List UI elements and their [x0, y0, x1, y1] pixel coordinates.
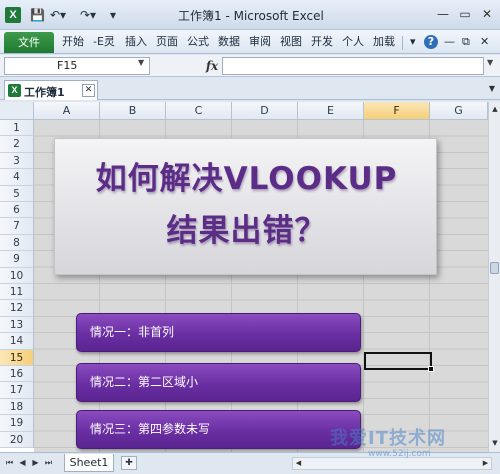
prev-sheet-icon[interactable]: ◀: [17, 457, 28, 469]
row-header-7[interactable]: 7: [0, 218, 34, 235]
column-header-g[interactable]: G: [430, 102, 488, 120]
tab-e-ling[interactable]: -E灵: [93, 34, 115, 50]
tab-personal[interactable]: 个人: [342, 34, 364, 50]
row-header-3[interactable]: 3: [0, 152, 34, 170]
row-header-4[interactable]: 4: [0, 169, 34, 186]
help-icon[interactable]: ?: [424, 35, 438, 49]
row-header-14[interactable]: 14: [0, 333, 34, 350]
last-sheet-icon[interactable]: ⏭: [43, 457, 54, 469]
close-workbook-icon[interactable]: ✕: [82, 84, 95, 97]
column-header-f[interactable]: F: [364, 102, 430, 120]
row-header-1[interactable]: 1: [0, 120, 34, 137]
ribbon-collapse-icon[interactable]: ▾: [410, 34, 416, 50]
title-line-1: 如何解决VLOOKUP: [95, 161, 398, 197]
scroll-down-icon[interactable]: ▼: [490, 437, 500, 449]
title-line-2: 结果出错？: [166, 213, 327, 249]
vertical-scrollbar[interactable]: ▲ ▼: [488, 102, 500, 452]
row-header-18[interactable]: 18: [0, 398, 34, 416]
close-button[interactable]: ✕: [476, 4, 498, 24]
row-header-12[interactable]: 12: [0, 300, 34, 317]
redo-icon[interactable]: ↷▾: [80, 7, 96, 23]
insert-function-icon[interactable]: fx: [203, 57, 221, 75]
fill-handle[interactable]: [428, 366, 434, 372]
row-header-20[interactable]: 20: [0, 431, 34, 448]
tab-add-ins[interactable]: 加载: [373, 34, 395, 50]
sheet-tab-sheet1[interactable]: Sheet1: [64, 454, 114, 472]
title-bar: X 💾 ↶▾ ↷▾ ▾ 工作簿1 - Microsoft Excel — ▭ ✕: [0, 0, 500, 30]
document-list-dropdown-icon[interactable]: ▼: [486, 82, 498, 96]
scroll-right-icon[interactable]: ▶: [480, 458, 491, 469]
excel-file-icon: X: [8, 84, 21, 97]
column-header-a[interactable]: A: [34, 102, 100, 120]
case-1-button[interactable]: 情况一：非首列: [76, 313, 361, 352]
next-sheet-icon[interactable]: ▶: [30, 457, 41, 469]
tab-page-layout[interactable]: 页面: [156, 34, 178, 50]
ribbon-separator: [402, 36, 403, 50]
workbook-tab[interactable]: X 工作簿1 ✕: [4, 80, 98, 100]
undo-icon[interactable]: ↶▾: [50, 7, 66, 23]
window-title: 工作簿1 - Microsoft Excel: [178, 9, 324, 23]
case-3-button[interactable]: 情况三：第四参数未写: [76, 410, 361, 449]
tab-review[interactable]: 审阅: [249, 34, 271, 50]
excel-app-icon[interactable]: X: [5, 7, 21, 23]
minimize-button[interactable]: —: [432, 4, 454, 24]
vertical-scroll-thumb[interactable]: [490, 262, 499, 274]
insert-sheet-icon[interactable]: ✚: [121, 456, 137, 470]
maximize-button[interactable]: ▭: [454, 4, 476, 24]
formula-input[interactable]: [222, 57, 484, 75]
ribbon-tab-bar: 文件 开始 -E灵 插入 页面 公式 数据 审阅 视图 开发 个人 加载 ▾ ?…: [0, 30, 500, 54]
row-header-11[interactable]: 11: [0, 284, 34, 301]
tab-data[interactable]: 数据: [218, 34, 240, 50]
watermark: 我爱IT技术网: [330, 428, 446, 449]
tab-home[interactable]: 开始: [62, 34, 84, 50]
formula-bar: F15 ▼ fx ▼: [0, 55, 500, 77]
scroll-left-icon[interactable]: ◀: [293, 458, 304, 469]
tab-developer[interactable]: 开发: [311, 34, 333, 50]
column-header-e[interactable]: E: [298, 102, 364, 120]
row-header-19[interactable]: 19: [0, 415, 34, 432]
row-header-6[interactable]: 6: [0, 202, 34, 219]
active-cell[interactable]: [364, 352, 432, 370]
column-header-b[interactable]: B: [100, 102, 166, 120]
workbook-tab-label: 工作簿1: [24, 86, 65, 99]
doc-close-icon[interactable]: ✕: [480, 34, 489, 50]
formula-expand-icon[interactable]: ▼: [487, 58, 493, 67]
row-header-13[interactable]: 13: [0, 316, 34, 334]
document-tab-bar: X 工作簿1 ✕ ▼: [0, 78, 500, 100]
name-box-dropdown-icon[interactable]: ▼: [138, 58, 144, 67]
row-header-17[interactable]: 17: [0, 382, 34, 399]
tab-file[interactable]: 文件: [4, 32, 54, 53]
customize-icon[interactable]: ▾: [110, 7, 116, 23]
column-header-c[interactable]: C: [166, 102, 232, 120]
scroll-up-icon[interactable]: ▲: [490, 103, 500, 115]
first-sheet-icon[interactable]: ⏮: [4, 457, 15, 469]
row-header-9[interactable]: 9: [0, 251, 34, 268]
doc-restore-icon[interactable]: ⧉: [462, 34, 470, 50]
case-2-button[interactable]: 情况二：第二区域小: [76, 363, 361, 402]
save-icon[interactable]: 💾: [30, 7, 45, 23]
row-header-5[interactable]: 5: [0, 185, 34, 202]
row-header-2[interactable]: 2: [0, 136, 34, 153]
title-shape[interactable]: 如何解决VLOOKUP 结果出错？: [54, 138, 437, 275]
tab-insert[interactable]: 插入: [125, 34, 147, 50]
name-box[interactable]: F15: [4, 57, 150, 75]
watermark-url: www.52ij.com: [368, 449, 431, 459]
tab-formulas[interactable]: 公式: [187, 34, 209, 50]
doc-minimize-icon[interactable]: —: [444, 34, 455, 50]
row-header-15[interactable]: 15: [0, 349, 34, 366]
select-all-corner[interactable]: [0, 102, 34, 120]
row-header-8[interactable]: 8: [0, 234, 34, 252]
row-header-10[interactable]: 10: [0, 267, 34, 284]
row-header-16[interactable]: 16: [0, 366, 34, 383]
column-header-d[interactable]: D: [232, 102, 298, 120]
tab-view[interactable]: 视图: [280, 34, 302, 50]
